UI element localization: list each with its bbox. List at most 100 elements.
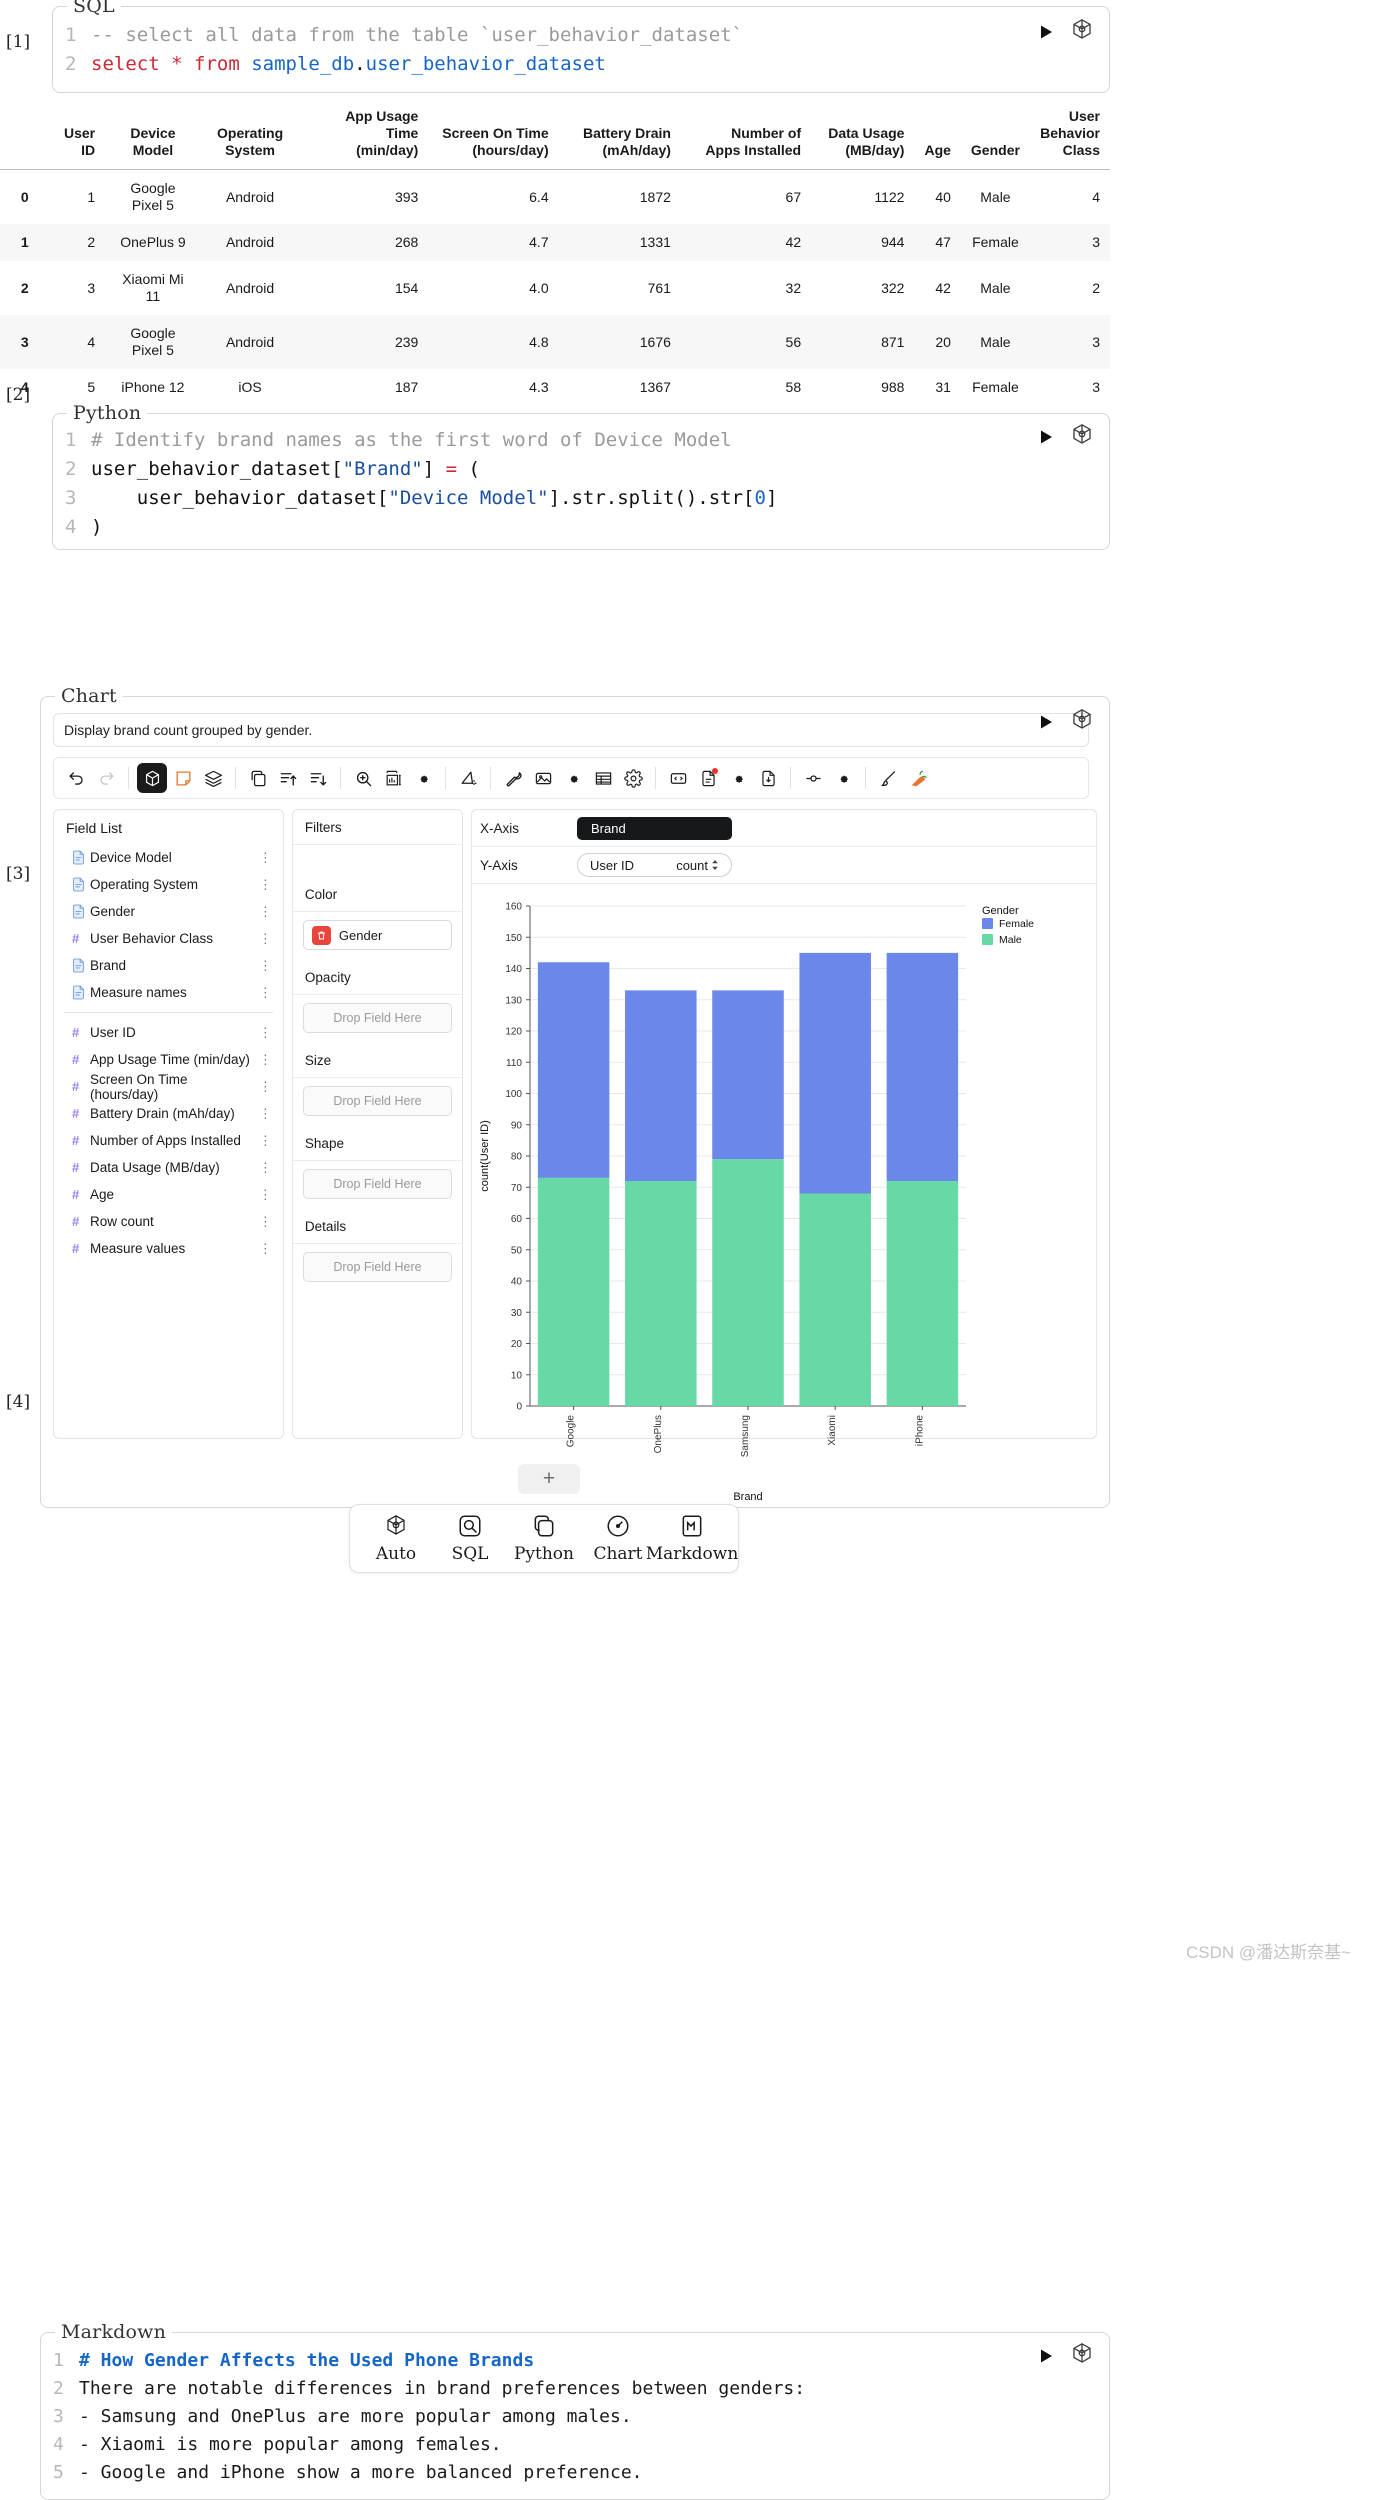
gear-icon[interactable] xyxy=(724,764,752,792)
field-menu-icon[interactable]: ⋮ xyxy=(259,1160,273,1176)
document-icon[interactable] xyxy=(694,764,722,792)
field-menu-icon[interactable]: ⋮ xyxy=(259,1106,273,1122)
shelf-body-details[interactable]: Drop Field Here xyxy=(293,1244,462,1292)
y-axis-shelf[interactable]: Y-Axis User ID count xyxy=(472,847,1096,884)
field-list-item[interactable]: #Row count⋮ xyxy=(54,1208,283,1235)
y-axis-aggregation[interactable]: count xyxy=(676,858,719,873)
cell-type-auto[interactable]: Auto xyxy=(360,1513,432,1564)
sort-descending-icon[interactable] xyxy=(304,764,332,792)
field-list-item[interactable]: #Screen On Time (hours/day)⋮ xyxy=(54,1073,283,1100)
carrot-icon[interactable] xyxy=(904,764,932,792)
gear-icon[interactable] xyxy=(409,764,437,792)
field-list-item[interactable]: #Age⋮ xyxy=(54,1181,283,1208)
shelf-body-size[interactable]: Drop Field Here xyxy=(293,1078,462,1126)
field-list-item[interactable]: Measure names⋮ xyxy=(54,979,283,1006)
bar-segment-female xyxy=(625,990,697,1181)
node-icon[interactable] xyxy=(799,764,827,792)
shelf-pill-gender[interactable]: Gender xyxy=(303,920,452,950)
shelf-body-opacity[interactable]: Drop Field Here xyxy=(293,995,462,1043)
sticky-note-icon[interactable] xyxy=(169,764,197,792)
field-menu-icon[interactable]: ⋮ xyxy=(259,958,273,974)
wrench-icon[interactable] xyxy=(499,764,527,792)
add-cell-button[interactable]: + xyxy=(518,1464,580,1494)
run-python-button[interactable] xyxy=(1035,426,1057,448)
field-list-item[interactable]: Operating System⋮ xyxy=(54,871,283,898)
settings-gear-icon[interactable] xyxy=(619,764,647,792)
field-menu-icon[interactable]: ⋮ xyxy=(259,877,273,893)
field-menu-icon[interactable]: ⋮ xyxy=(259,1025,273,1041)
ai-assist-icon-chart[interactable] xyxy=(1069,707,1095,733)
field-list-item[interactable]: #App Usage Time (min/day)⋮ xyxy=(54,1046,283,1073)
shelf-body-filters[interactable] xyxy=(293,845,462,877)
field-list-item[interactable]: #Number of Apps Installed⋮ xyxy=(54,1127,283,1154)
field-list-item[interactable]: Device Model⋮ xyxy=(54,844,283,871)
duplicate-icon[interactable] xyxy=(244,764,272,792)
y-axis-tick: 130 xyxy=(505,995,522,1006)
remove-field-icon[interactable] xyxy=(312,926,331,945)
resize-icon[interactable] xyxy=(379,764,407,792)
ai-assist-icon-python[interactable] xyxy=(1069,422,1095,448)
shelf-body-shape[interactable]: Drop Field Here xyxy=(293,1161,462,1209)
x-axis-chip[interactable]: Brand xyxy=(577,817,732,840)
field-menu-icon[interactable]: ⋮ xyxy=(259,1241,273,1257)
drop-field-placeholder[interactable]: Drop Field Here xyxy=(303,1169,452,1199)
run-chart-button[interactable] xyxy=(1035,711,1057,733)
ai-assist-icon-markdown[interactable] xyxy=(1069,2341,1095,2367)
cell-type-sql[interactable]: SQL xyxy=(434,1513,506,1564)
sql-code-editor[interactable]: 1-- select all data from the table `user… xyxy=(53,7,1109,89)
cell-type-chart[interactable]: Chart xyxy=(582,1513,654,1564)
field-menu-icon[interactable]: ⋮ xyxy=(259,1079,273,1095)
markdown-editor[interactable]: 1# How Gender Affects the Used Phone Bra… xyxy=(41,2333,1109,2497)
download-icon[interactable] xyxy=(754,764,782,792)
openai-icon xyxy=(383,1513,409,1539)
chart-toolbar[interactable] xyxy=(53,757,1089,799)
field-menu-icon[interactable]: ⋮ xyxy=(259,1214,273,1230)
cell-type-markdown[interactable]: Markdown xyxy=(656,1513,728,1564)
field-menu-icon[interactable]: ⋮ xyxy=(259,1187,273,1203)
field-menu-icon[interactable]: ⋮ xyxy=(259,985,273,1001)
field-list-item[interactable]: #Battery Drain (mAh/day)⋮ xyxy=(54,1100,283,1127)
y-axis-chip[interactable]: User ID count xyxy=(577,853,732,877)
brush-icon[interactable] xyxy=(874,764,902,792)
code-icon[interactable] xyxy=(664,764,692,792)
drop-field-placeholder[interactable]: Drop Field Here xyxy=(303,1086,452,1116)
y-axis-field-slot[interactable]: User ID count xyxy=(577,848,1096,882)
shelf-body-color[interactable]: Gender xyxy=(293,912,462,960)
field-list-item[interactable]: #User Behavior Class⋮ xyxy=(54,925,283,952)
watermark: CSDN @潘达斯奈基~ xyxy=(1186,1938,1351,1963)
zoom-in-icon[interactable] xyxy=(349,764,377,792)
x-axis-shelf[interactable]: X-Axis Brand xyxy=(472,810,1096,847)
gear-icon[interactable] xyxy=(829,764,857,792)
sort-ascending-icon[interactable] xyxy=(274,764,302,792)
field-list-item-label: Measure values xyxy=(90,1241,259,1256)
field-list-item[interactable]: #Data Usage (MB/day)⋮ xyxy=(54,1154,283,1181)
field-list-item[interactable]: #User ID⋮ xyxy=(54,1019,283,1046)
field-menu-icon[interactable]: ⋮ xyxy=(259,850,273,866)
cube-icon[interactable] xyxy=(137,763,167,793)
triangle-axis-icon[interactable] xyxy=(454,764,482,792)
drop-field-placeholder[interactable]: Drop Field Here xyxy=(303,1003,452,1033)
undo-icon[interactable] xyxy=(62,764,90,792)
table-row: 45iPhone 12iOS1874.313675898831Female3 xyxy=(0,369,1110,406)
field-menu-icon[interactable]: ⋮ xyxy=(259,1052,273,1068)
layers-icon[interactable] xyxy=(199,764,227,792)
run-sql-button[interactable] xyxy=(1035,21,1057,43)
field-list-item[interactable]: #Measure values⋮ xyxy=(54,1235,283,1262)
drop-field-placeholder[interactable]: Drop Field Here xyxy=(303,1252,452,1282)
field-list-item[interactable]: Brand⋮ xyxy=(54,952,283,979)
y-axis-tick: 120 xyxy=(505,1027,522,1038)
chart-prompt-input[interactable]: Display brand count grouped by gender. xyxy=(53,713,1089,747)
field-list-item[interactable]: Gender⋮ xyxy=(54,898,283,925)
python-code-editor[interactable]: 1# Identify brand names as the first wor… xyxy=(53,414,1109,552)
image-icon[interactable] xyxy=(529,764,557,792)
run-markdown-button[interactable] xyxy=(1035,2345,1057,2367)
gear-icon[interactable] xyxy=(559,764,587,792)
table-icon[interactable] xyxy=(589,764,617,792)
cell-type-python[interactable]: Python xyxy=(508,1513,580,1564)
redo-icon[interactable] xyxy=(92,764,120,792)
field-menu-icon[interactable]: ⋮ xyxy=(259,1133,273,1149)
field-menu-icon[interactable]: ⋮ xyxy=(259,904,273,920)
field-menu-icon[interactable]: ⋮ xyxy=(259,931,273,947)
ai-assist-icon-sql[interactable] xyxy=(1069,17,1095,43)
x-axis-field-slot[interactable]: Brand xyxy=(577,812,1096,845)
